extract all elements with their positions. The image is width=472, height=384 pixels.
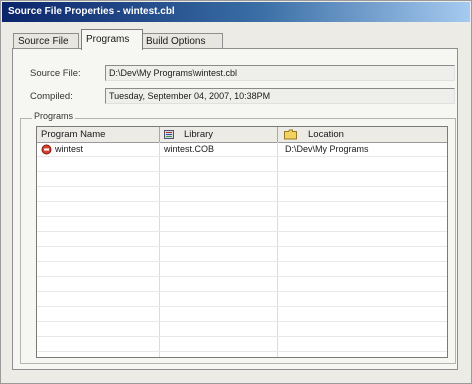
title-bar[interactable]: Source File Properties - wintest.cbl <box>2 2 470 22</box>
empty-row <box>37 247 447 262</box>
compiled-label: Compiled: <box>30 91 73 102</box>
empty-row <box>37 217 447 232</box>
window-title: Source File Properties - wintest.cbl <box>8 6 175 17</box>
empty-row <box>37 187 447 202</box>
column-header-library[interactable]: Library <box>160 127 278 142</box>
compiled-field[interactable]: Tuesday, September 04, 2007, 10:38PM <box>105 88 455 104</box>
empty-row <box>37 232 447 247</box>
tab-source-file[interactable]: Source File <box>13 33 79 49</box>
column-label: Location <box>308 129 344 140</box>
source-file-field[interactable]: D:\Dev\My Programs\wintest.cbl <box>105 65 455 81</box>
empty-row <box>37 157 447 172</box>
source-file-label: Source File: <box>30 68 81 79</box>
column-label: Library <box>184 129 214 140</box>
column-label: Program Name <box>41 129 106 140</box>
location-cell: D:\Dev\My Programs <box>285 144 369 154</box>
library-cell: wintest.COB <box>164 144 215 154</box>
program-icon <box>41 144 52 158</box>
empty-row <box>37 307 447 322</box>
empty-row <box>37 337 447 352</box>
tab-build-options[interactable]: Build Options <box>141 33 223 49</box>
empty-row <box>37 322 447 337</box>
empty-row <box>37 202 447 217</box>
column-header-program-name[interactable]: Program Name <box>37 127 160 142</box>
empty-row <box>37 262 447 277</box>
column-header-location[interactable]: Location <box>278 127 447 142</box>
program-name-cell: wintest <box>55 144 84 154</box>
programs-group-legend: Programs <box>32 111 76 121</box>
empty-row <box>37 172 447 187</box>
tab-programs[interactable]: Programs <box>81 29 143 50</box>
programs-list[interactable]: Program Name Library Location wintest wi… <box>36 126 448 358</box>
empty-row <box>37 277 447 292</box>
list-header: Program Name Library Location <box>37 127 447 143</box>
empty-row <box>37 292 447 307</box>
table-row[interactable]: wintest wintest.COB D:\Dev\My Programs <box>37 142 447 157</box>
